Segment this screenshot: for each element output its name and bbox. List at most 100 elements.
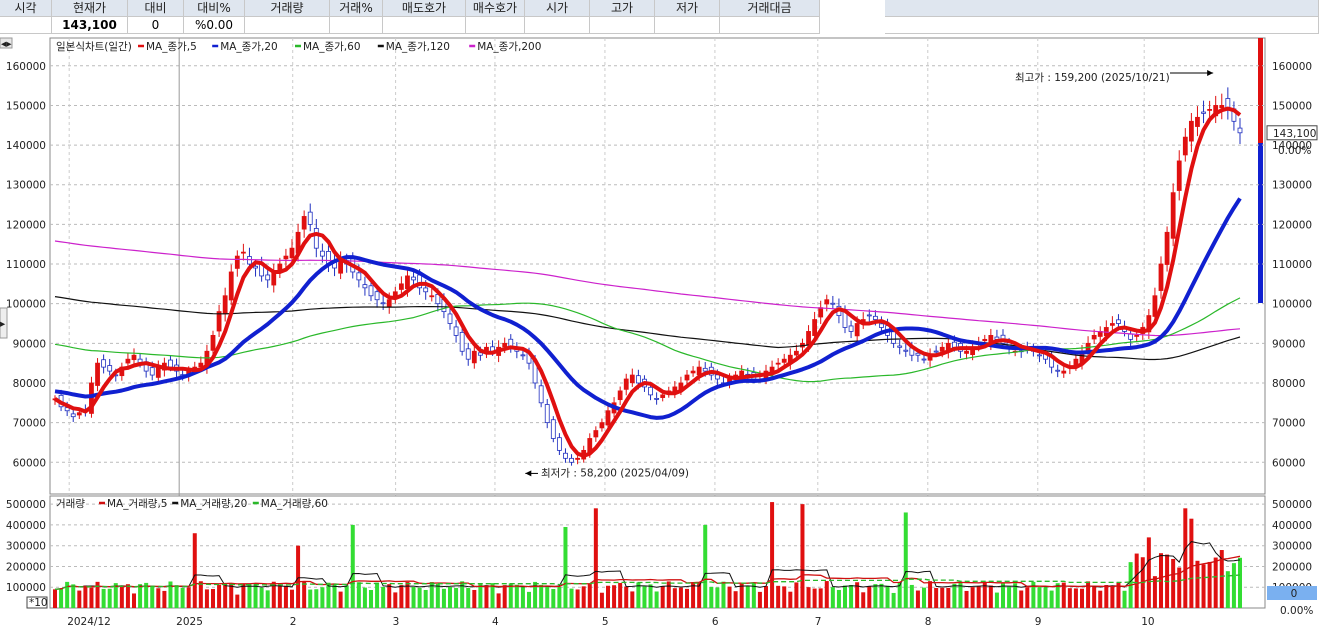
volume-bar	[1067, 588, 1072, 608]
candle-body	[1164, 231, 1170, 265]
volume-bar	[466, 587, 471, 608]
quote-header-filler	[885, 0, 1319, 17]
volume-bar	[162, 590, 167, 608]
volume-bar	[423, 589, 428, 608]
volume-bar	[776, 585, 781, 608]
candle-body	[392, 291, 398, 297]
candle-body	[915, 352, 921, 356]
volume-bar	[964, 590, 969, 608]
candle-body	[107, 365, 113, 372]
volume-bar	[229, 583, 234, 608]
volume-bar	[344, 585, 349, 608]
candle-body	[477, 352, 483, 356]
volume-bar	[89, 587, 94, 608]
volume-bar	[1201, 564, 1206, 608]
price-tick-right: 160000	[1272, 61, 1312, 73]
quote-value-6	[383, 17, 466, 34]
volume-bar	[715, 587, 720, 608]
volume-bar	[660, 586, 665, 608]
candle-body	[556, 437, 562, 451]
volume-bar	[539, 584, 544, 608]
volume-bar	[672, 588, 677, 608]
volume-bar	[843, 585, 847, 608]
quote-header-3: 대비%	[184, 0, 245, 17]
candle-body	[951, 341, 957, 348]
volume-bar	[338, 591, 343, 608]
candle-body	[95, 362, 100, 386]
candle-body	[1195, 116, 1200, 127]
volume-bar	[527, 591, 531, 608]
volume-bar	[994, 592, 999, 608]
price-tick-right: 150000	[1272, 100, 1312, 112]
quote-header-10: 저가	[655, 0, 720, 17]
volume-bar	[211, 588, 215, 608]
volume-bar	[1025, 587, 1030, 608]
volume-bar	[290, 589, 294, 608]
volume-bar	[733, 591, 738, 608]
volume-bar	[915, 590, 920, 608]
volume-bar	[478, 584, 483, 608]
price-tick-right: 120000	[1272, 219, 1312, 231]
volume-bar	[399, 585, 404, 608]
volume-tick-left: 200000	[6, 561, 46, 573]
candle-body	[1170, 192, 1176, 239]
volume-bar	[83, 585, 88, 608]
price-tick-left: 90000	[13, 338, 46, 350]
x-tick-label: 9	[1035, 616, 1042, 627]
volume-tick-left: 300000	[6, 541, 46, 553]
candle-body	[903, 349, 909, 352]
candle-body	[982, 338, 988, 342]
x-tick-label: 4	[492, 616, 499, 627]
price-tick-left: 80000	[13, 378, 46, 390]
volume-bar	[739, 583, 744, 608]
candle-body	[812, 319, 818, 336]
volume-bar	[557, 586, 562, 608]
quote-value-8	[525, 17, 590, 34]
quote-value-2: 0	[128, 17, 184, 34]
volume-bar	[125, 584, 130, 608]
price-legend-item: MA_종가,20	[220, 41, 278, 53]
candle-body	[1237, 127, 1243, 134]
volume-bar	[308, 589, 313, 608]
volume-bar	[508, 583, 513, 608]
current-change-tag: 0.00%	[1278, 145, 1311, 157]
candle-body	[872, 315, 878, 320]
volume-panel: 500000 500000 400000 400000 300000 300000 2000…	[6, 495, 1317, 617]
candle-body	[228, 271, 234, 301]
volume-bar	[745, 586, 750, 608]
quote-header-6: 매도호가	[383, 0, 466, 17]
candle-body	[1037, 354, 1042, 357]
volume-bar	[581, 586, 586, 608]
candle-body	[690, 370, 696, 374]
candle-body	[1116, 319, 1121, 324]
volume-bar	[1080, 588, 1084, 608]
candle-body	[465, 348, 471, 360]
volume-bar	[569, 588, 574, 608]
volume-tick-right: 200000	[1272, 561, 1312, 573]
candle-body	[411, 276, 416, 281]
candle-body	[222, 295, 228, 315]
volume-bar	[1171, 558, 1176, 608]
volume-bar	[873, 584, 878, 608]
price-tick-right: 70000	[1272, 418, 1305, 430]
volume-bar	[879, 583, 884, 608]
volume-bar	[830, 587, 835, 608]
candle-body	[933, 350, 939, 353]
volume-bar	[691, 582, 696, 608]
volume-bar	[624, 586, 629, 608]
volume-bar	[648, 584, 653, 608]
volume-tick-left: 500000	[6, 499, 46, 511]
volume-bar	[217, 584, 222, 608]
volume-bar	[666, 581, 671, 608]
volume-chart-title: 거래량	[56, 498, 85, 510]
volume-bar	[606, 585, 610, 608]
candle-body	[575, 457, 581, 460]
price-legend-item: MA_종가,5	[146, 41, 197, 53]
candle-body	[1182, 136, 1188, 156]
volume-bar	[782, 586, 787, 608]
x-tick-label: 2	[290, 616, 297, 627]
volume-bar	[891, 592, 896, 608]
candle-body	[550, 419, 556, 439]
candle-body	[939, 346, 945, 352]
volume-bar	[1146, 537, 1151, 608]
